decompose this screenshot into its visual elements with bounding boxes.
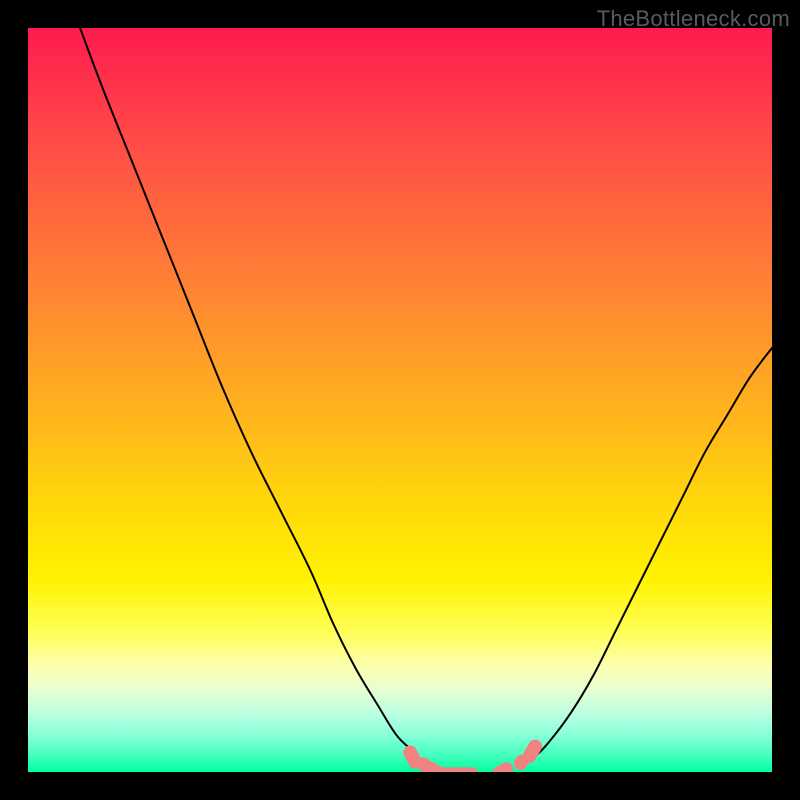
highlight-segment bbox=[490, 760, 516, 772]
highlight-segment bbox=[430, 767, 478, 772]
plot-area bbox=[28, 28, 772, 772]
highlight-segments bbox=[401, 737, 545, 772]
chart-frame: TheBottleneck.com bbox=[0, 0, 800, 800]
highlight-layer bbox=[28, 28, 772, 772]
